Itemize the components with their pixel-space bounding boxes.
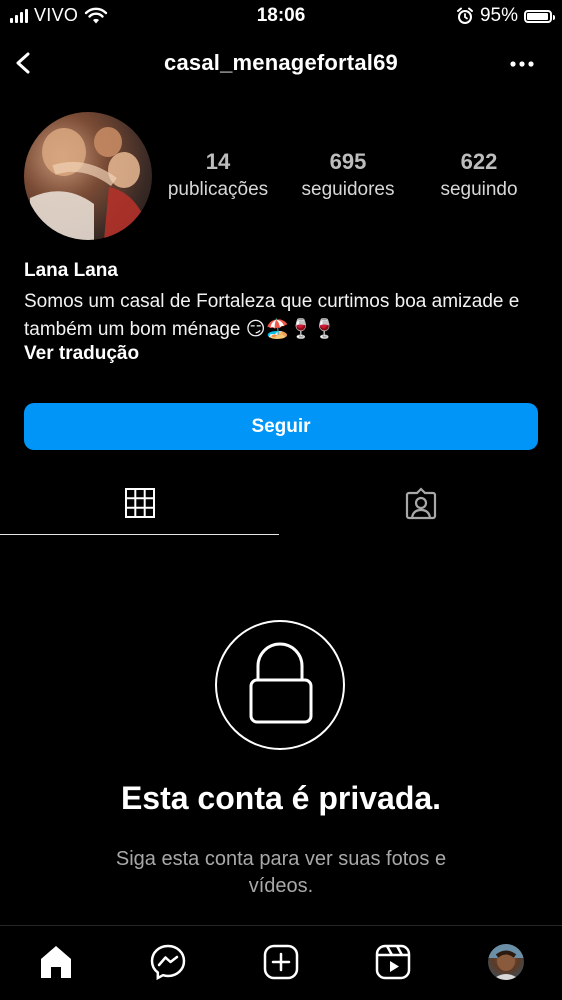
stat-following[interactable]: 622 seguindo (409, 148, 549, 204)
profile-avatar-small (488, 944, 524, 980)
stat-posts-count: 14 (205, 149, 231, 174)
messenger-icon (150, 944, 186, 981)
profile-bio: Somos um casal de Fortaleza que curtimos… (24, 291, 520, 340)
status-bar: VIVO 18:06 95% (0, 0, 562, 32)
status-bar-right: 95% (456, 5, 555, 27)
nav-profile[interactable] (484, 940, 528, 984)
tab-tagged[interactable] (281, 478, 562, 534)
profile-username-title: casal_menagefortal69 (164, 50, 398, 75)
stat-followers[interactable]: 695 seguidores (278, 148, 418, 204)
profile-avatar-photo (488, 944, 524, 980)
stat-followers-count: 695 (329, 149, 367, 174)
nav-reels[interactable] (371, 940, 415, 984)
nav-messenger[interactable] (146, 940, 190, 984)
profile-stats: 14 publicações 695 seguidores 622 seguin… (150, 148, 540, 208)
profile-photo (30, 127, 146, 240)
alarm-icon (456, 7, 473, 24)
home-icon (41, 946, 71, 978)
stat-posts[interactable]: 14 publicações (148, 148, 288, 204)
stat-followers-label: seguidores (301, 179, 395, 200)
active-tab-indicator (0, 534, 279, 535)
more-horizontal-icon (510, 61, 534, 67)
tagged-icon (405, 487, 437, 520)
profile-header: casal_menagefortal69 (0, 40, 562, 88)
stat-following-count: 622 (460, 149, 498, 174)
more-options-button[interactable] (504, 50, 540, 78)
private-account-title: Esta conta é privada. (120, 780, 442, 816)
chevron-left-icon (16, 52, 30, 74)
private-account-subtitle: Siga esta conta para ver suas fotos e ví… (115, 848, 447, 897)
battery-percent: 95% (479, 5, 518, 26)
follow-button[interactable]: Seguir (24, 403, 538, 450)
bottom-nav-divider (0, 925, 562, 926)
nav-create[interactable] (259, 940, 303, 984)
lock-circle (215, 620, 345, 750)
create-icon (263, 944, 299, 980)
stat-following-label: seguindo (440, 179, 518, 200)
tab-grid[interactable] (0, 478, 281, 534)
profile-avatar[interactable] (24, 112, 152, 240)
nav-home[interactable] (34, 940, 78, 984)
profile-display-name: Lana Lana (24, 260, 118, 281)
back-button[interactable] (8, 46, 42, 80)
reels-icon (375, 944, 411, 980)
battery-level-fill (527, 12, 548, 20)
lock-icon (249, 642, 313, 724)
stat-posts-label: publicações (167, 179, 269, 200)
battery-icon (524, 9, 555, 23)
grid-icon (125, 488, 155, 518)
see-translation-link[interactable]: Ver tradução (24, 343, 139, 365)
